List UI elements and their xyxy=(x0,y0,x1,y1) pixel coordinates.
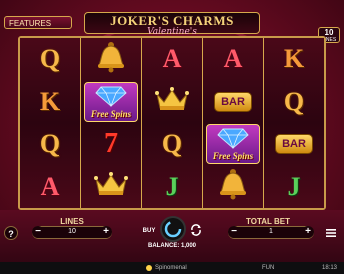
autoplay-button[interactable] xyxy=(189,223,203,237)
bet-decrease-button[interactable]: − xyxy=(228,226,240,238)
reel-2: Free Spins 7 xyxy=(81,38,142,208)
symbol-q: Q xyxy=(161,129,183,159)
reel-4: A BAR Free Spins xyxy=(203,38,264,208)
reel-cell: 7 xyxy=(81,123,141,166)
game-title: JOKER'S CHARMS xyxy=(110,13,234,28)
reel-5: K Q BAR J xyxy=(264,38,324,208)
reel-grid: Q K Q A Free Spins 7 A Q J A BAR Free Spins K Q BAR J xyxy=(18,36,326,210)
reel-cell: BAR xyxy=(264,123,324,166)
total-bet-label: TOTAL BET xyxy=(246,217,290,226)
settings-button[interactable] xyxy=(324,226,338,240)
autoplay-icon xyxy=(191,224,201,236)
symbol-j: J xyxy=(287,171,301,201)
lines-decrease-button[interactable]: − xyxy=(32,226,44,238)
reel-cell xyxy=(203,166,263,209)
balance-text: BALANCE: 1,000 xyxy=(147,243,196,249)
spin-button[interactable] xyxy=(160,216,186,242)
reel-cell: J xyxy=(142,166,202,209)
spin-icon xyxy=(164,220,182,238)
diamond-icon xyxy=(217,127,249,154)
symbol-q: Q xyxy=(39,129,61,159)
crown-icon xyxy=(93,171,129,202)
diamond-icon xyxy=(95,85,127,112)
buy-button[interactable]: BUY xyxy=(140,222,158,240)
total-bet-value: 1 xyxy=(269,228,273,235)
bet-increase-button[interactable]: + xyxy=(302,226,314,238)
buy-label: BUY xyxy=(142,228,156,234)
clock: 18:13 xyxy=(322,265,338,271)
symbol-a: A xyxy=(40,171,60,201)
reel-cell: K xyxy=(264,38,324,81)
crown-icon xyxy=(154,86,190,117)
free-spins-text: Free Spins xyxy=(212,151,254,162)
reel-cell: Free Spins xyxy=(81,81,141,124)
reel-cell xyxy=(142,81,202,124)
mode-label: FUN xyxy=(262,265,275,271)
symbol-bar: BAR xyxy=(214,91,252,112)
settings-icon xyxy=(326,229,336,237)
reel-cell xyxy=(81,38,141,81)
brand-icon xyxy=(146,265,152,271)
status-bar: Spinomenal FUN 18:13 xyxy=(0,262,344,274)
symbol-q: Q xyxy=(39,44,61,74)
lines-increase-button[interactable]: + xyxy=(100,226,112,238)
symbol-free-spins: Free Spins xyxy=(206,124,260,165)
help-button[interactable]: ? xyxy=(4,226,18,240)
symbol-q: Q xyxy=(283,86,305,116)
reel-cell: Q xyxy=(142,123,202,166)
features-button[interactable]: FEATURES xyxy=(4,16,72,29)
reel-3: A QJ xyxy=(142,38,203,208)
symbol-k: K xyxy=(283,44,305,74)
brand-name: Spinomenal xyxy=(155,265,187,271)
reel-cell xyxy=(81,166,141,209)
features-label: FEATURES xyxy=(9,19,52,28)
game-logo: JOKER'S CHARMS Valentine's xyxy=(84,12,260,37)
reel-cell: BAR xyxy=(203,81,263,124)
reel-cell: K xyxy=(20,81,80,124)
symbol-k: K xyxy=(39,86,61,116)
symbol-a: A xyxy=(223,44,243,74)
symbol-7: 7 xyxy=(104,128,118,160)
reel-cell: A xyxy=(203,38,263,81)
reel-cell: Q xyxy=(20,123,80,166)
reel-cell: Free Spins xyxy=(203,123,263,166)
lines-value: 10 xyxy=(68,228,76,235)
reel-1: QKQA xyxy=(20,38,81,208)
symbol-bar: BAR xyxy=(275,134,313,155)
reel-cell: A xyxy=(142,38,202,81)
lines-label: LINES xyxy=(60,217,84,226)
reel-cell: Q xyxy=(20,38,80,81)
reel-cell: Q xyxy=(264,81,324,124)
reel-cell: A xyxy=(20,166,80,209)
symbol-j: J xyxy=(165,171,179,201)
reel-cell: J xyxy=(264,166,324,209)
bell-icon xyxy=(218,168,248,205)
symbol-free-spins: Free Spins xyxy=(84,81,138,122)
symbol-a: A xyxy=(162,44,182,74)
help-label: ? xyxy=(8,229,14,239)
bell-icon xyxy=(96,41,126,78)
free-spins-text: Free Spins xyxy=(90,108,132,119)
